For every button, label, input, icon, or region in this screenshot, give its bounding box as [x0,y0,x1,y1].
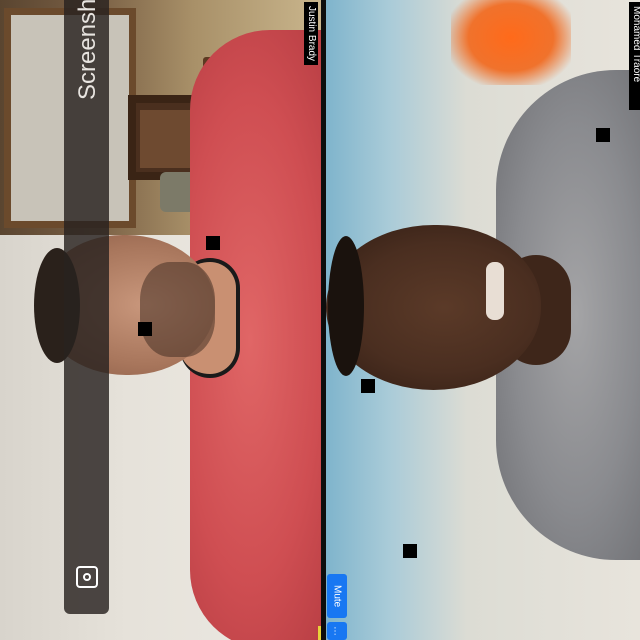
screenshot-capture-icon[interactable] [76,566,98,588]
redaction-square [138,322,152,336]
status-indicator [318,626,321,640]
redaction-square [206,236,220,250]
right-person-hair [328,236,364,376]
mute-button[interactable]: Mute [327,574,347,618]
left-person-beard [140,262,215,357]
participant-name-right: Mohamed Traore [629,2,640,110]
right-person-smile [486,262,504,320]
video-tile-left [0,0,321,640]
redaction-square [596,128,610,142]
video-tile-right [326,0,640,640]
redaction-square [403,544,417,558]
right-background-orange-blur [451,0,571,85]
participant-name-left: Justin Brady [304,2,318,66]
more-options-button[interactable]: … [327,622,347,640]
redaction-square [361,379,375,393]
screenshot-label: Screenshot [74,0,101,100]
